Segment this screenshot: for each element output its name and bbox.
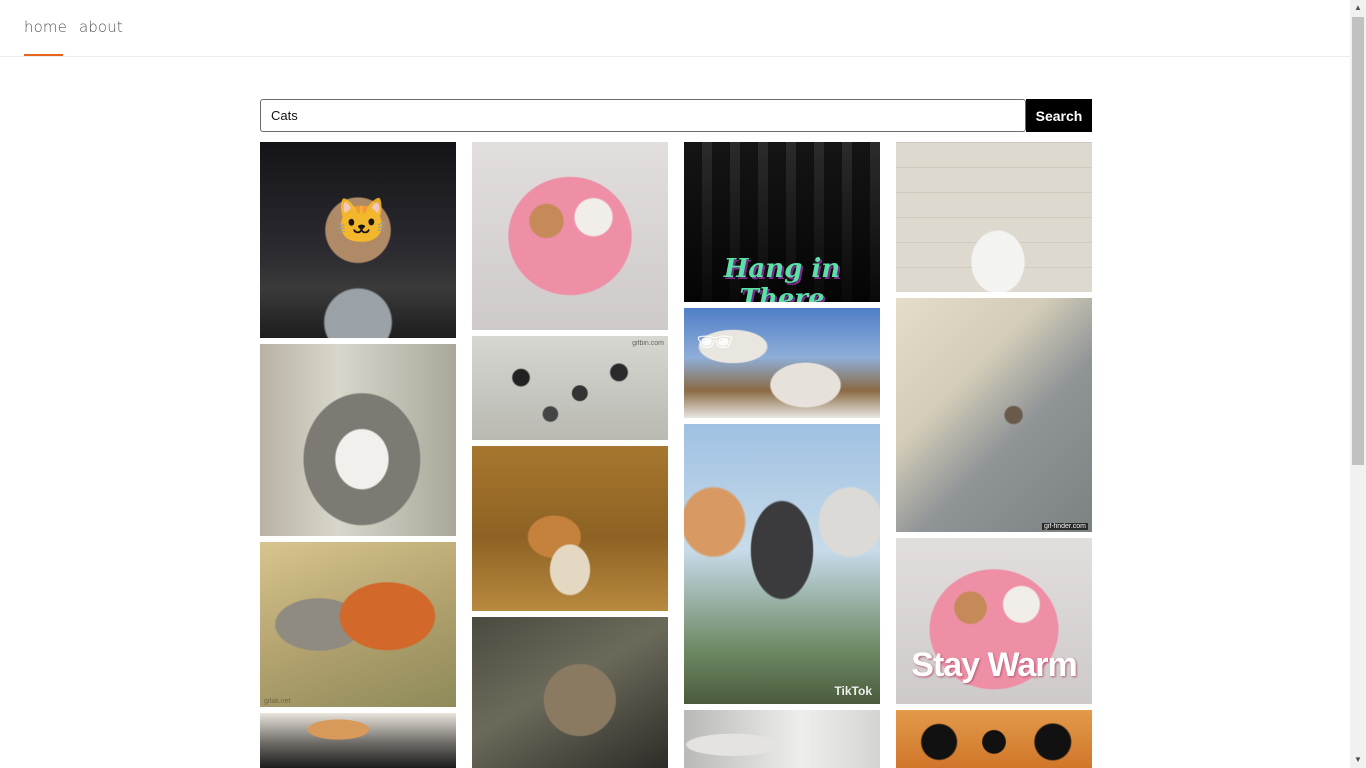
nav-home-link[interactable]: home <box>24 18 67 36</box>
gif-finder-watermark: gif-finder.com <box>1041 523 1088 530</box>
gif-cat-bathroom[interactable] <box>896 142 1092 292</box>
scroll-up-arrow-icon[interactable]: ▲ <box>1350 0 1366 16</box>
gif-cat-window[interactable] <box>684 710 880 768</box>
page-scrollbar[interactable]: ▲ ▼ <box>1350 0 1366 768</box>
gif-kitten-motorcycle[interactable]: 🐱 <box>260 142 456 338</box>
gif-cats-cuddling[interactable]: gifak.net <box>260 542 456 707</box>
stay-warm-caption: Stay Warm <box>911 646 1077 684</box>
tiktok-watermark: TikTok <box>834 684 872 698</box>
search-button[interactable]: Search <box>1026 99 1092 132</box>
gifak-watermark: gifak.net <box>264 698 291 705</box>
gif-cat-surprised[interactable] <box>472 617 668 768</box>
active-tab-indicator <box>24 54 63 56</box>
nav-about-link[interactable]: about <box>79 18 123 36</box>
gif-cat-hallway[interactable]: gif-finder.com <box>896 298 1092 532</box>
gif-cats-pink-blanket[interactable] <box>472 142 668 330</box>
gif-hang-in-there[interactable]: Hang in There <box>684 142 880 302</box>
hang-in-there-caption: Hang in There <box>723 254 841 302</box>
scrollbar-thumb[interactable] <box>1352 17 1364 465</box>
gifbin-watermark: gifbin.com <box>632 340 664 347</box>
gif-kitten-milk-bowl[interactable] <box>472 446 668 611</box>
top-nav: home about <box>0 0 1350 57</box>
sunglasses-icon: 🕶 <box>696 326 735 359</box>
gif-cats-dj-turntable[interactable] <box>260 713 456 768</box>
gif-cats-hanging-rail[interactable]: TikTok <box>684 424 880 704</box>
gif-stay-warm[interactable]: Stay Warm <box>896 538 1092 704</box>
cat-icon: 🐱 <box>334 197 389 246</box>
gif-two-cats-stacked[interactable] <box>260 344 456 536</box>
gif-cats-sunglasses[interactable]: 🕶 <box>684 308 880 418</box>
scroll-down-arrow-icon[interactable]: ▼ <box>1350 752 1366 768</box>
search-input[interactable] <box>260 99 1026 132</box>
gif-many-cats-room[interactable]: gifbin.com <box>472 336 668 440</box>
gif-cats-big-eyes[interactable] <box>896 710 1092 768</box>
